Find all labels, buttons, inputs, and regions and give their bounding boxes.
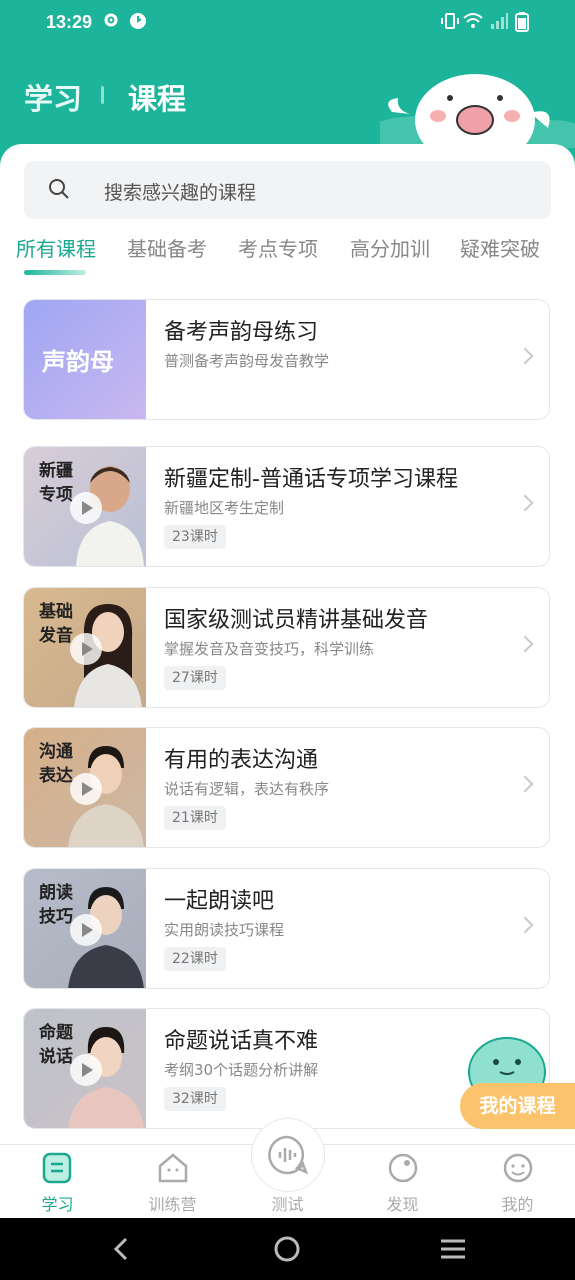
course-subtitle: 考纲30个话题分析讲解 [164, 1061, 319, 1079]
course-thumbnail: 沟通表达 [24, 728, 146, 847]
bottom-nav-label: 我的 [501, 1195, 534, 1214]
lesson-count-badge: 27课时 [164, 666, 226, 690]
course-title: 一起朗读吧 [164, 889, 275, 914]
course-card[interactable]: 沟通表达 有用的表达沟通 说话有逻辑，表达有秩序 21课时 [23, 727, 550, 848]
course-subtitle: 实用朗读技巧课程 [164, 921, 285, 939]
course-title: 命题说话真不难 [164, 1029, 319, 1054]
bottom-nav-camp[interactable]: 训练营 [115, 1145, 230, 1219]
chevron-right-icon [516, 635, 534, 653]
chevron-right-icon [516, 494, 534, 512]
course-thumbnail: 基础发音 [24, 588, 146, 707]
course-thumbnail: 命题说话 [24, 1009, 146, 1128]
status-time: 13:29 [46, 12, 93, 32]
bottom-nav-label: 测试 [271, 1195, 304, 1214]
chevron-right-icon [516, 916, 534, 934]
bottom-nav-study[interactable]: 学习 [0, 1145, 115, 1219]
voice-chat-icon [267, 1134, 309, 1180]
course-subtitle: 普测备考声韵母发音教学 [164, 352, 330, 370]
lesson-count-badge: 21课时 [164, 806, 226, 830]
home-circle-icon[interactable] [274, 1236, 300, 1266]
course-card[interactable]: 新疆专项 新疆定制-普通话专项学习课程 新疆地区考生定制 23课时 [23, 446, 550, 567]
course-thumbnail: 朗读技巧 [24, 869, 146, 988]
play-icon[interactable] [70, 914, 102, 946]
bottom-nav-label: 训练营 [148, 1195, 197, 1214]
nav-divider [101, 86, 104, 104]
tab-exam-points[interactable]: 考点专项 [238, 233, 318, 262]
bottom-nav-discover[interactable]: 发现 [345, 1145, 460, 1219]
bottom-nav-mine[interactable]: 我的 [460, 1145, 575, 1219]
menu-icon[interactable] [440, 1238, 466, 1264]
tab-high-score[interactable]: 高分加训 [350, 233, 430, 262]
test-bubble-button[interactable] [251, 1118, 325, 1192]
chevron-right-icon [516, 775, 534, 793]
tab-difficult[interactable]: 疑难突破 [460, 233, 540, 262]
play-icon[interactable] [70, 773, 102, 805]
signal-icon [489, 12, 509, 34]
lesson-count-badge: 23课时 [164, 525, 226, 549]
mascot-illustration [360, 68, 575, 166]
tab-course[interactable]: 课程 [128, 76, 186, 118]
book-icon [42, 1152, 72, 1188]
course-subtitle: 掌握发音及音变技巧，科学训练 [164, 640, 375, 658]
play-icon[interactable] [70, 633, 102, 665]
course-card[interactable]: 基础发音 国家级测试员精讲基础发音 掌握发音及音变技巧，科学训练 27课时 [23, 587, 550, 708]
gear-icon [103, 12, 119, 32]
course-title: 有用的表达沟通 [164, 748, 319, 773]
tab-all-courses[interactable]: 所有课程 [16, 233, 96, 262]
course-title: 新疆定制-普通话专项学习课程 [164, 467, 458, 492]
course-thumbnail: 新疆专项 [24, 447, 146, 566]
course-thumbnail: 声韵母 [24, 300, 146, 419]
course-title: 备考声韵母练习 [164, 320, 319, 345]
wifi-icon [463, 12, 483, 34]
back-icon[interactable] [112, 1237, 132, 1265]
bottom-nav-label: 学习 [41, 1195, 74, 1214]
search-icon [48, 178, 70, 204]
bottom-nav-label: 发现 [386, 1195, 419, 1214]
smiley-icon [502, 1152, 534, 1188]
planet-icon [387, 1152, 419, 1188]
course-subtitle: 新疆地区考生定制 [164, 499, 285, 517]
active-tab-indicator [24, 270, 86, 275]
home-icon [157, 1152, 189, 1188]
lesson-count-badge: 32课时 [164, 1087, 226, 1111]
lesson-count-badge: 22课时 [164, 947, 226, 971]
chevron-right-icon [516, 347, 534, 365]
search-placeholder: 搜索感兴趣的课程 [104, 182, 257, 204]
course-card[interactable]: 声韵母 备考声韵母练习 普测备考声韵母发音教学 [23, 299, 550, 420]
system-nav-bar [0, 1218, 575, 1280]
tab-study[interactable]: 学习 [24, 76, 82, 118]
vibrate-icon [440, 12, 460, 34]
clock-icon [129, 12, 147, 34]
play-icon[interactable] [70, 492, 102, 524]
search-input[interactable]: 搜索感兴趣的课程 [24, 161, 551, 219]
battery-icon [515, 12, 529, 36]
status-bar: 13:29 [0, 0, 575, 48]
my-courses-button[interactable]: 我的课程 [460, 1083, 575, 1129]
tab-basic-prep[interactable]: 基础备考 [127, 233, 207, 262]
course-subtitle: 说话有逻辑，表达有秩序 [164, 780, 330, 798]
course-card[interactable]: 朗读技巧 一起朗读吧 实用朗读技巧课程 22课时 [23, 868, 550, 989]
play-icon[interactable] [70, 1054, 102, 1086]
course-title: 国家级测试员精讲基础发音 [164, 608, 429, 633]
thumbnail-label: 声韵母 [42, 348, 114, 376]
